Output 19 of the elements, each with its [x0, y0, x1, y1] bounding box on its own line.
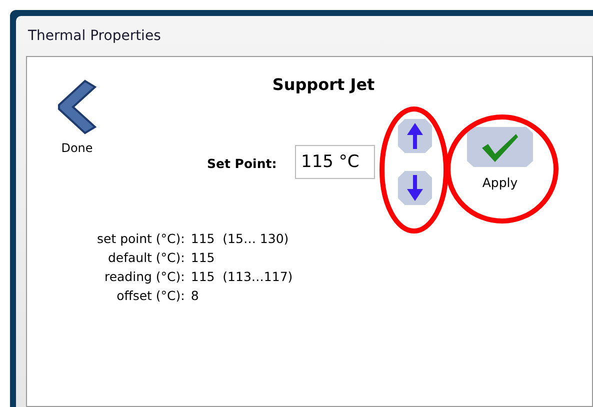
checkmark-icon [480, 132, 520, 162]
decrease-button[interactable] [398, 171, 432, 205]
done-button[interactable]: Done [55, 79, 99, 155]
set-point-field[interactable]: 115 °C [295, 145, 375, 179]
detail-label: offset (°C): [116, 288, 185, 303]
detail-value: 8 [190, 288, 200, 303]
window-title: Thermal Properties [27, 27, 162, 46]
down-arrow-icon [407, 175, 423, 201]
detail-value: 115 [190, 250, 216, 265]
section-heading: Support Jet [271, 75, 376, 94]
set-point-label: Set Point: [207, 156, 277, 171]
detail-label: default (°C): [106, 250, 185, 265]
back-chevron-icon [55, 79, 99, 135]
detail-value: 115 (113…117) [190, 269, 293, 284]
detail-label: set point (°C): [97, 231, 185, 246]
up-arrow-icon [407, 123, 423, 149]
increase-button[interactable] [398, 119, 432, 153]
detail-value: 115 (15… 130) [190, 231, 290, 246]
detail-label: reading (°C): [103, 269, 185, 284]
